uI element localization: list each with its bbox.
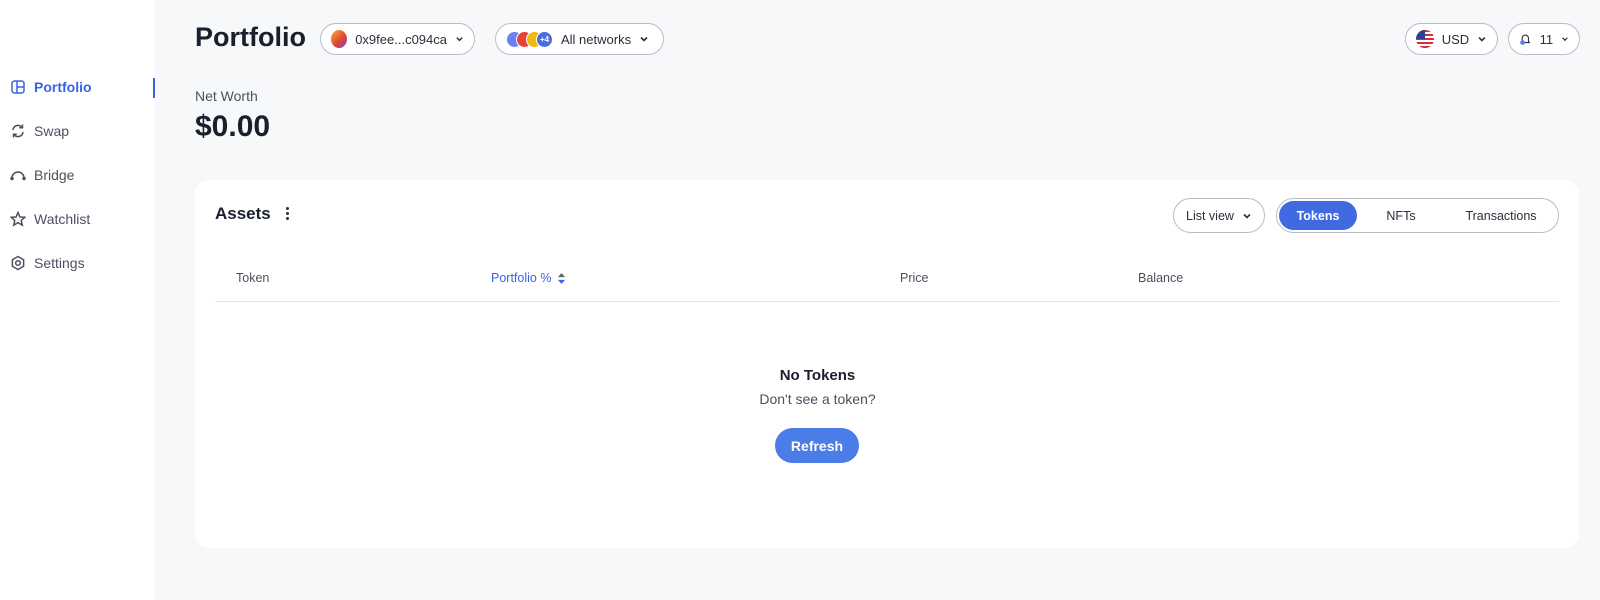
bridge-icon [10, 171, 26, 181]
sidebar-item-settings[interactable]: Settings [10, 251, 85, 275]
notifications-button[interactable]: 11 [1508, 23, 1580, 55]
column-header-label: Portfolio % [491, 271, 552, 285]
notification-icon [1520, 34, 1531, 45]
sidebar-item-label: Bridge [34, 167, 75, 183]
account-address: 0x9fee...c094ca [355, 31, 447, 47]
empty-state-subtitle: Don't see a token? [759, 391, 876, 407]
column-header-balance[interactable]: Balance [1138, 271, 1183, 285]
star-icon [10, 211, 26, 227]
active-indicator [153, 78, 155, 98]
sidebar-item-label: Watchlist [34, 211, 91, 227]
chevron-down-icon [640, 36, 648, 42]
net-worth-label: Net Worth [195, 88, 258, 104]
more-options-icon[interactable] [279, 204, 295, 222]
currency-label: USD [1441, 31, 1470, 47]
portfolio-icon [11, 80, 25, 94]
sidebar-item-label: Swap [34, 123, 70, 139]
empty-state-title: No Tokens [779, 367, 856, 384]
swap-icon [12, 124, 24, 138]
sidebar-item-watchlist[interactable]: Watchlist [10, 207, 90, 231]
tab-transactions[interactable]: Transactions [1447, 201, 1555, 230]
sidebar: Portfolio Swap Bridge Watchlist Settings [0, 0, 155, 600]
header-divider [215, 301, 1559, 302]
view-mode-selector[interactable]: List view [1173, 198, 1265, 233]
tab-tokens[interactable]: Tokens [1279, 201, 1357, 230]
asset-tabs: Tokens NFTs Transactions [1276, 198, 1559, 233]
chevron-down-icon [1478, 36, 1486, 42]
sidebar-item-bridge[interactable]: Bridge [10, 163, 74, 187]
network-selector[interactable]: +4 All networks [495, 23, 664, 55]
assets-card: Assets List view Tokens NFTs Transaction… [195, 180, 1579, 548]
currency-selector[interactable]: USD [1405, 23, 1498, 55]
column-header-portfolio[interactable]: Portfolio % [491, 271, 566, 285]
chevron-down-icon [1562, 37, 1568, 42]
chevron-down-icon [456, 37, 463, 42]
network-icons: +4 [506, 30, 553, 48]
sidebar-item-label: Portfolio [34, 79, 92, 95]
sidebar-item-label: Settings [34, 255, 85, 271]
tab-nfts[interactable]: NFTs [1367, 201, 1435, 230]
notifications-count: 11 [1539, 31, 1554, 47]
more-networks-badge: +4 [536, 30, 553, 48]
column-header-token[interactable]: Token [236, 271, 269, 285]
networks-label: All networks [561, 31, 632, 47]
net-worth-value: $0.00 [195, 110, 271, 143]
column-header-price[interactable]: Price [900, 271, 928, 285]
account-selector[interactable]: 0x9fee...c094ca [320, 23, 475, 55]
sidebar-item-swap[interactable]: Swap [10, 119, 69, 143]
account-avatar-icon [331, 30, 348, 48]
sort-icon [558, 272, 566, 284]
settings-icon [11, 255, 25, 271]
sidebar-item-portfolio[interactable]: Portfolio [10, 75, 92, 99]
page-title: Portfolio [195, 22, 306, 52]
assets-title: Assets [215, 204, 271, 223]
view-mode-label: List view [1186, 208, 1234, 223]
us-flag-icon [1416, 30, 1434, 48]
chevron-down-icon [1243, 213, 1251, 219]
refresh-button[interactable]: Refresh [775, 428, 859, 463]
